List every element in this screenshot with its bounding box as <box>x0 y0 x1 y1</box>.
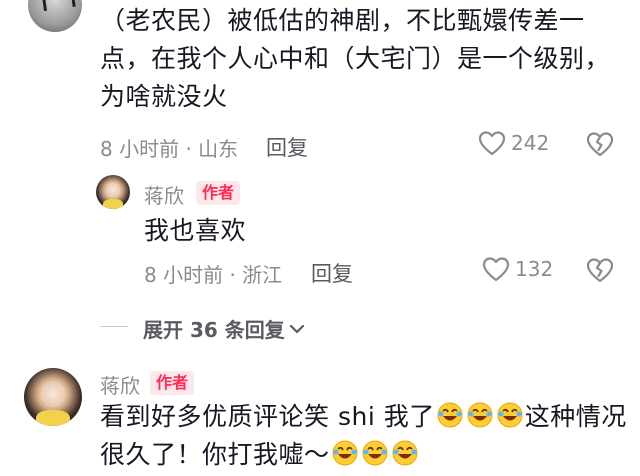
heart-outline-icon <box>478 131 506 156</box>
rofl-emoji-icon <box>332 440 358 466</box>
comment-text-line: 点，在我个人心中和（大宅门）是一个级别， <box>100 44 611 73</box>
commenter-avatar[interactable] <box>28 0 82 32</box>
rofl-emoji-icon <box>497 402 523 428</box>
reply-button[interactable]: 回复 <box>266 132 308 162</box>
reply-username[interactable]: 蒋欣 <box>144 180 184 209</box>
like-button[interactable]: 132 <box>482 256 553 282</box>
chevron-down-icon <box>289 324 304 333</box>
expand-divider <box>100 326 128 327</box>
like-button[interactable]: 242 <box>478 130 549 156</box>
broken-heart-icon <box>586 258 614 283</box>
author-badge: 作者 <box>196 181 241 205</box>
author-badge: 作者 <box>150 371 195 395</box>
reply-meta: 8 小时前 · 浙江 <box>144 263 283 287</box>
broken-heart-icon <box>586 132 614 157</box>
comment-text-segment: 这种情况 <box>524 402 627 431</box>
rofl-emoji-icon <box>467 402 493 428</box>
dislike-button[interactable] <box>586 131 614 161</box>
comment-text-segment: 看到好多优质评论笑 shi 我了 <box>100 402 435 431</box>
comment-text-line: 为啥就没火 <box>100 82 228 111</box>
expand-replies-label: 展开 36 条回复 <box>143 318 285 342</box>
comment-meta: 8 小时前 · 山东 <box>100 137 239 161</box>
commenter-avatar[interactable] <box>24 368 82 426</box>
comment-text: 看到好多优质评论笑 shi 我了 这种情况 很久了！你打我嘘～ <box>100 398 630 474</box>
heart-outline-icon <box>482 257 510 282</box>
reply-avatar[interactable] <box>96 175 130 209</box>
like-count: 242 <box>511 131 550 155</box>
rofl-emoji-icon <box>437 402 463 428</box>
rofl-emoji-icon <box>362 440 388 466</box>
expand-replies-button[interactable]: 展开 36 条回复 <box>143 314 305 343</box>
reply-text: 我也喜欢 <box>144 216 247 245</box>
like-count: 132 <box>515 257 554 281</box>
reply-button[interactable]: 回复 <box>311 258 353 288</box>
comment-text-segment: 很久了！你打我嘘～ <box>100 440 330 469</box>
comment-text-line: （老农民）被低估的神剧，不比甄嬛传差一 <box>100 6 585 35</box>
commenter-username[interactable]: 蒋欣 <box>100 370 140 399</box>
dislike-button[interactable] <box>586 257 614 287</box>
comment-text: （老农民）被低估的神剧，不比甄嬛传差一 点，在我个人心中和（大宅门）是一个级别，… <box>100 2 620 116</box>
rofl-emoji-icon <box>392 440 418 466</box>
